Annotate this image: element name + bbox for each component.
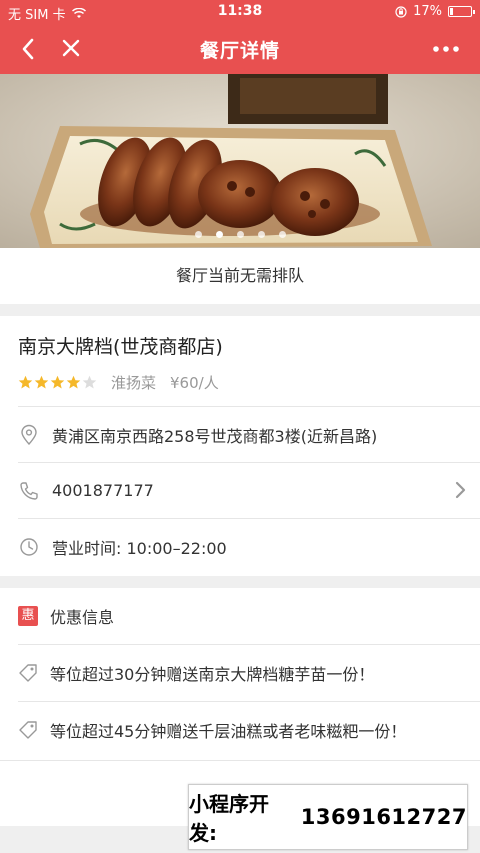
cuisine-label: 淮扬菜 — [111, 374, 157, 392]
hours-text: 营业时间: 10:00–22:00 — [52, 538, 227, 558]
food-photo — [0, 74, 480, 248]
restaurant-name: 南京大牌档(世茂商都店) — [18, 336, 223, 358]
star-icon — [18, 375, 33, 389]
offer-item: 等位超过45分钟赠送千层油糕或者老味糍粑一份！ — [18, 701, 480, 758]
price-label: ¥60/人 — [170, 374, 219, 392]
tag-icon — [19, 664, 37, 682]
orientation-lock-icon — [395, 5, 407, 18]
battery-icon — [448, 6, 475, 17]
rating-stars — [18, 375, 97, 390]
status-bar: 无 SIM 卡 11:38 17% — [0, 0, 480, 24]
star-icon — [66, 375, 81, 389]
offer-badge: 惠 — [18, 606, 38, 626]
location-pin-icon — [21, 424, 37, 445]
offers-header: 惠 优惠信息 — [18, 588, 480, 644]
phone-text: 4001877177 — [52, 481, 154, 500]
star-icon — [50, 375, 65, 389]
phone-icon — [20, 481, 38, 500]
offer-text: 等位超过45分钟赠送千层油糕或者老味糍粑一份！ — [50, 722, 407, 741]
tag-icon — [19, 721, 37, 739]
star-icon — [34, 375, 49, 389]
page-title: 餐厅详情 — [199, 40, 280, 62]
status-right: 17% — [395, 4, 475, 19]
queue-status: 餐厅当前无需排队 — [0, 248, 480, 304]
developer-watermark: 小程序开发: 13691612727 — [188, 784, 468, 850]
carousel-indicator — [0, 231, 480, 238]
carousel-dot[interactable] — [215, 231, 223, 238]
offers-title: 优惠信息 — [50, 608, 115, 627]
carousel-dot[interactable] — [236, 231, 244, 238]
carousel-dot[interactable] — [194, 231, 202, 238]
offer-item: 等位超过30分钟赠送南京大牌档糖芋苗一份！ — [18, 644, 480, 701]
address-row[interactable]: 黄浦区南京西路258号世茂商都3楼(近新昌路) — [18, 406, 480, 462]
nav-bar: 餐厅详情 — [0, 24, 480, 74]
address-text: 黄浦区南京西路258号世茂商都3楼(近新昌路) — [52, 426, 378, 446]
clock-icon — [20, 537, 38, 556]
phone-row[interactable]: 4001877177 — [18, 462, 480, 518]
more-dots-icon[interactable] — [430, 36, 462, 62]
battery-percent: 17% — [413, 4, 442, 19]
carousel-dot[interactable] — [278, 231, 286, 238]
watermark-phone: 13691612727 — [300, 805, 467, 829]
restaurant-photo-carousel[interactable] — [0, 74, 480, 248]
restaurant-info-card: 南京大牌档(世茂商都店) 淮扬菜 ¥60/人 黄浦区南京西路258号世茂商都3楼… — [0, 316, 480, 576]
hours-row: 营业时间: 10:00–22:00 — [18, 518, 480, 574]
offer-text: 等位超过30分钟赠送南京大牌档糖芋苗一份！ — [50, 665, 375, 684]
restaurant-meta: 淮扬菜 ¥60/人 — [18, 372, 219, 393]
carousel-dot[interactable] — [257, 231, 265, 238]
star-icon — [82, 375, 97, 389]
chevron-right-icon — [455, 481, 466, 499]
watermark-label: 小程序开发: — [189, 792, 269, 845]
